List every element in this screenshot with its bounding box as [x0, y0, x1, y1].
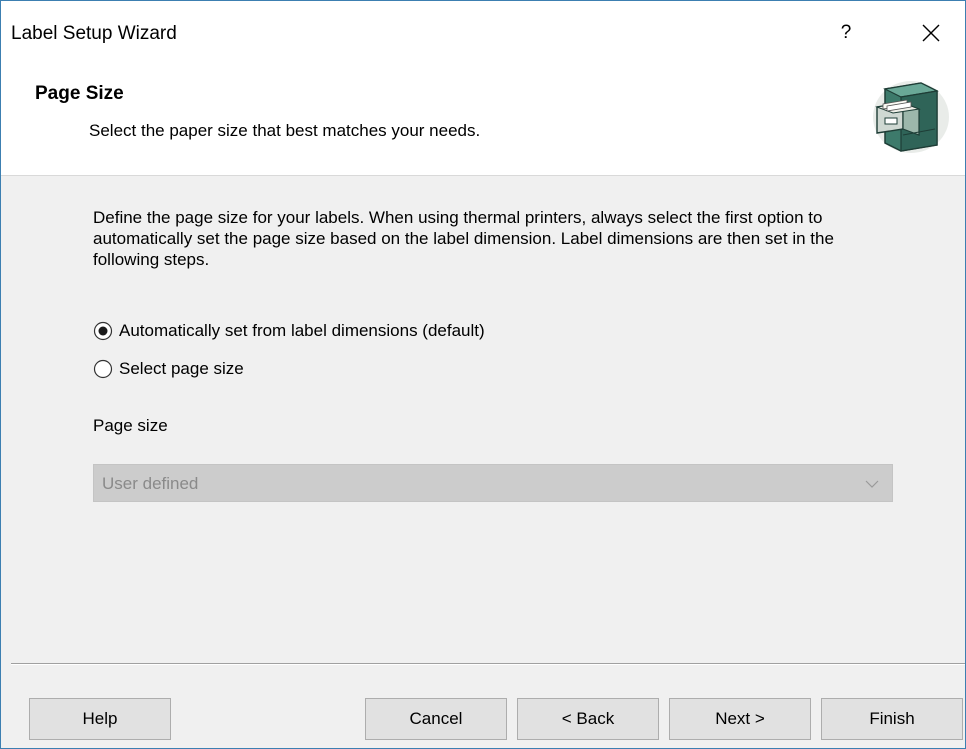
wizard-header: Page Size Select the paper size that bes…: [1, 67, 965, 176]
chevron-down-icon: [865, 480, 879, 488]
radio-selected-icon[interactable]: [93, 321, 113, 341]
page-subtitle: Select the paper size that best matches …: [89, 121, 481, 140]
wizard-window: Label Setup Wizard ? Page Size Select th…: [0, 0, 966, 749]
help-title-button[interactable]: ?: [831, 13, 861, 53]
help-button[interactable]: Help: [29, 698, 171, 740]
radio-auto-label: Automatically set from label dimensions …: [119, 321, 485, 340]
cancel-button[interactable]: Cancel: [365, 698, 507, 740]
close-button[interactable]: [901, 13, 961, 53]
title-bar[interactable]: Label Setup Wizard ?: [1, 1, 965, 67]
window-title: Label Setup Wizard: [11, 23, 177, 44]
radio-unselected-icon[interactable]: [93, 359, 113, 379]
finish-button[interactable]: Finish: [821, 698, 963, 740]
page-title: Page Size: [35, 83, 124, 104]
page-size-dropdown[interactable]: User defined: [93, 464, 893, 502]
description-text: Define the page size for your labels. Wh…: [93, 208, 834, 269]
next-button[interactable]: Next >: [669, 698, 811, 740]
close-icon: [922, 24, 940, 42]
footer-separator: [11, 663, 965, 665]
file-cabinet-icon: [873, 81, 949, 153]
back-button[interactable]: < Back: [517, 698, 659, 740]
radio-auto-from-label[interactable]: Automatically set from label dimensions …: [93, 319, 485, 343]
radio-select-page-size[interactable]: Select page size: [93, 357, 244, 381]
radio-select-page-size-label: Select page size: [119, 359, 244, 378]
page-size-value: User defined: [102, 474, 199, 493]
page-size-label: Page size: [93, 416, 168, 435]
